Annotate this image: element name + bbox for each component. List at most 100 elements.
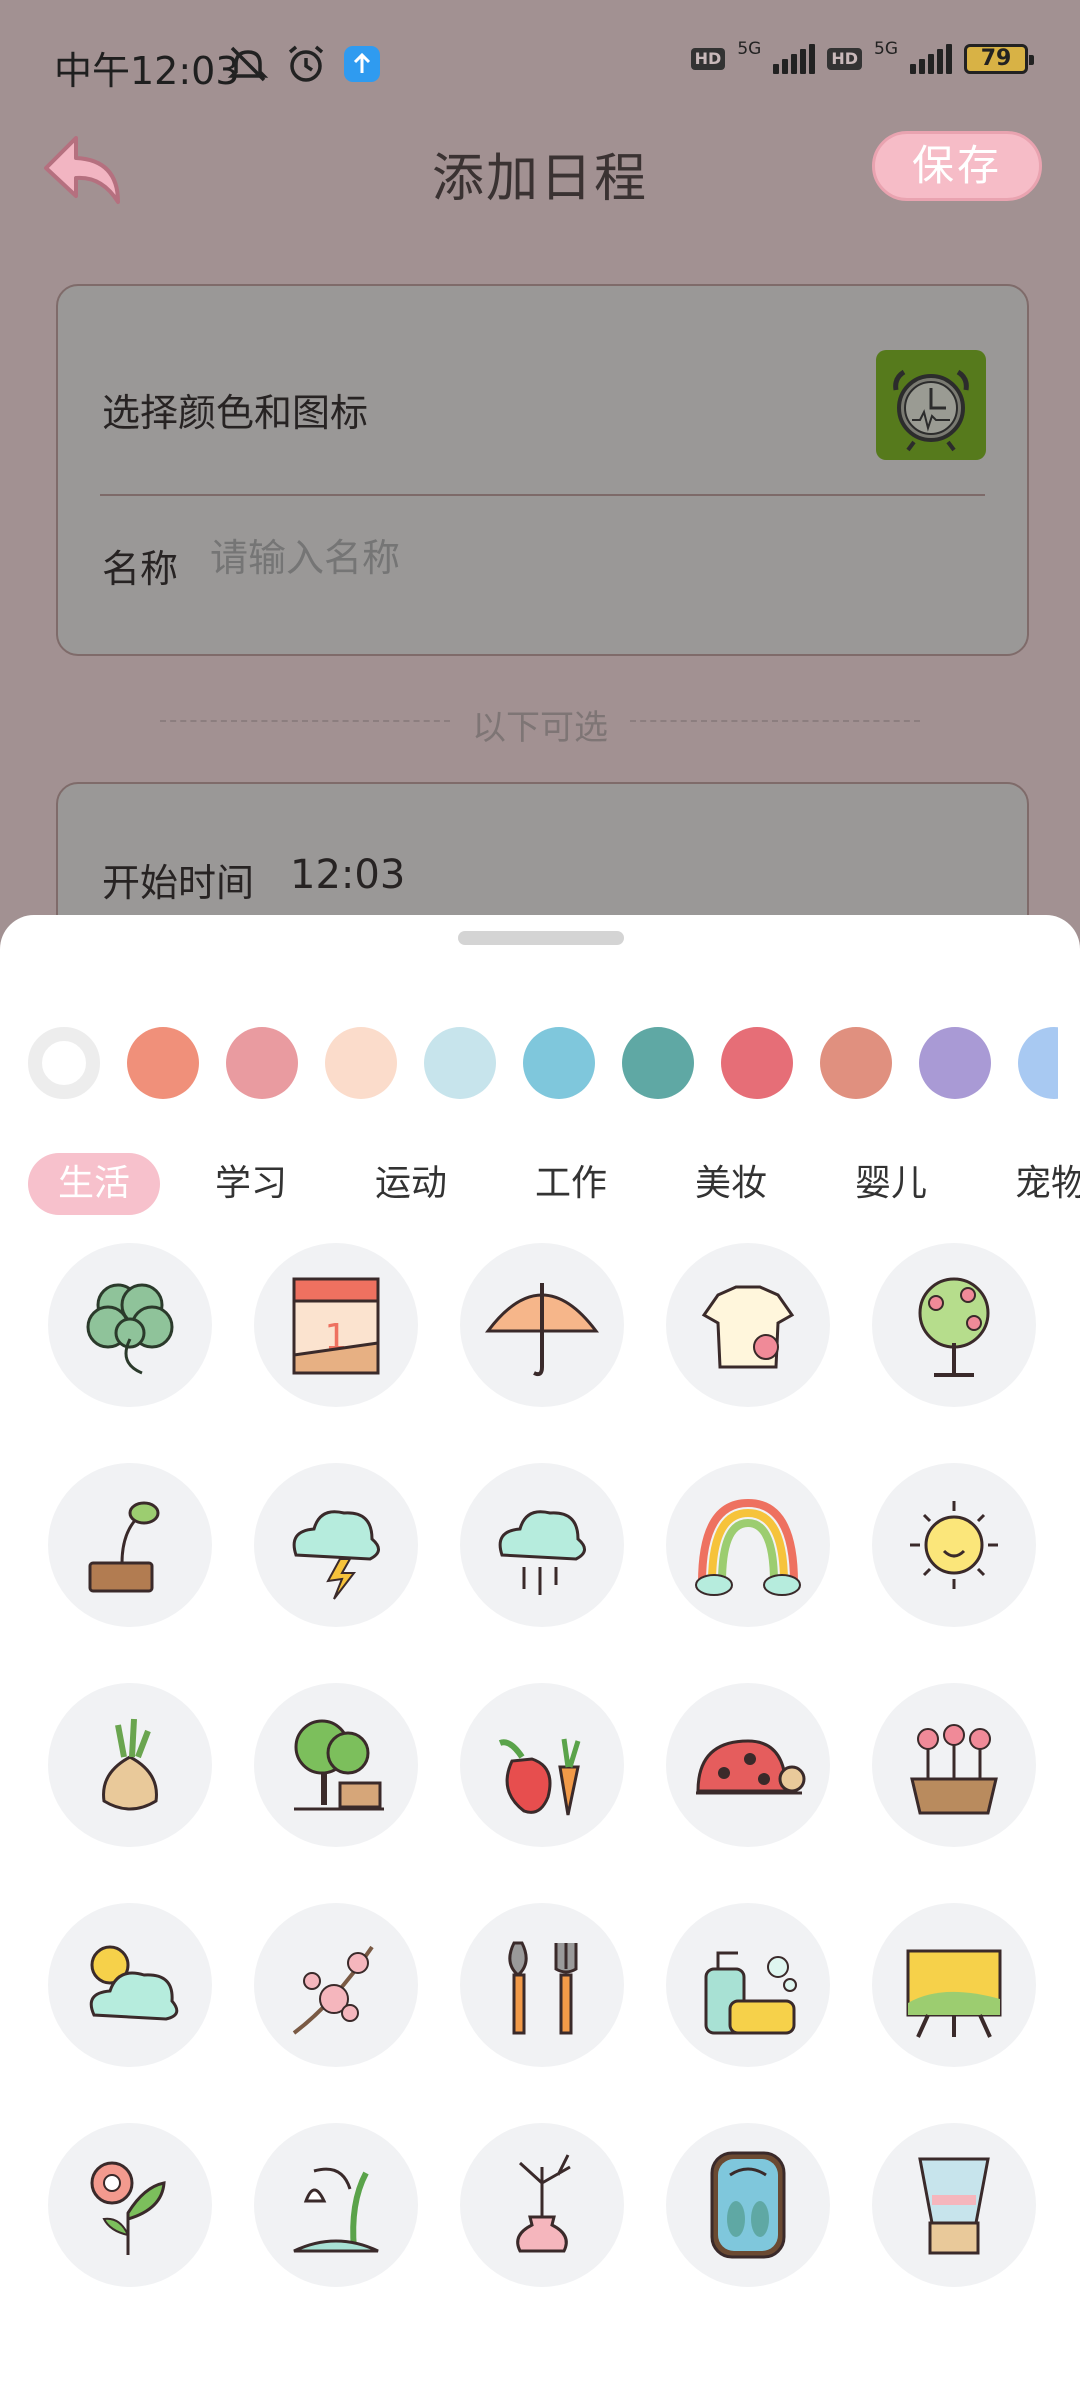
soap-icon xyxy=(704,1951,797,2035)
icon-cell[interactable] xyxy=(666,1903,830,2067)
color-swatch-blue[interactable] xyxy=(1018,1027,1058,1099)
color-swatch-coral[interactable] xyxy=(127,1027,199,1099)
color-swatch-pink[interactable] xyxy=(226,1027,298,1099)
save-button[interactable]: 保存 xyxy=(872,131,1042,201)
color-swatch-white[interactable] xyxy=(28,1027,100,1099)
hd-badge: HD xyxy=(690,48,726,70)
icon-cell[interactable] xyxy=(872,1463,1036,1627)
thunder-cloud-icon xyxy=(292,1510,380,1600)
battery-level: 79 xyxy=(980,46,1012,71)
icon-cell[interactable]: 1 xyxy=(254,1243,418,1407)
icon-cell[interactable] xyxy=(872,1243,1036,1407)
tab-baby[interactable]: 婴儿 xyxy=(836,1153,946,1215)
icon-cell[interactable] xyxy=(254,1683,418,1847)
start-time-value[interactable]: 12:03 xyxy=(290,852,405,898)
top-bar: 添加日程 保存 xyxy=(0,120,1080,220)
hd-badge-2: HD xyxy=(827,48,862,70)
mute-icon xyxy=(227,46,269,82)
color-swatch-light-blue[interactable] xyxy=(424,1027,496,1099)
status-icons xyxy=(226,42,382,86)
alarm-icon xyxy=(288,45,324,82)
color-swatch-red[interactable] xyxy=(721,1027,793,1099)
status-right: HD 5G HD 5G 79 xyxy=(690,38,1034,74)
color-icon-label: 选择颜色和图标 xyxy=(102,391,369,435)
icon-cell[interactable] xyxy=(48,2123,212,2287)
tree-icon xyxy=(918,1277,990,1377)
clover-icon xyxy=(86,1283,174,1375)
signal-icon xyxy=(773,44,816,74)
battery-icon: 79 xyxy=(964,44,1034,74)
icon-cell[interactable] xyxy=(460,1243,624,1407)
vegetables-icon xyxy=(498,1738,581,1816)
icon-cell[interactable] xyxy=(48,1463,212,1627)
tab-makeup[interactable]: 美妆 xyxy=(676,1153,786,1215)
umbrella-icon xyxy=(484,1283,600,1377)
icon-cell[interactable] xyxy=(254,1463,418,1627)
color-swatch-peach[interactable] xyxy=(325,1027,397,1099)
signal-icon-2 xyxy=(910,44,952,74)
color-swatches xyxy=(28,1027,1058,1101)
name-input[interactable] xyxy=(210,538,810,581)
name-label: 名称 xyxy=(102,547,179,591)
onion-icon xyxy=(102,1718,158,1811)
basic-info-card: 选择颜色和图标 名称 xyxy=(56,284,1029,656)
snail-icon xyxy=(696,1739,806,1795)
icon-cell[interactable] xyxy=(254,2123,418,2287)
icon-cell[interactable] xyxy=(872,2123,1036,2287)
scale-icon xyxy=(710,2151,786,2259)
start-time-label: 开始时间 xyxy=(102,861,255,905)
color-swatch-purple[interactable] xyxy=(919,1027,991,1099)
status-time: 中午12:03 xyxy=(54,49,240,93)
tab-pet[interactable]: 宠物 xyxy=(996,1153,1080,1215)
blossom-icon xyxy=(292,1945,374,2035)
tree-shovel-icon xyxy=(294,1719,384,1811)
tab-sport[interactable]: 运动 xyxy=(356,1153,466,1215)
icon-cell[interactable] xyxy=(460,1463,624,1627)
rain-cloud-icon xyxy=(498,1510,586,1595)
icon-cell[interactable] xyxy=(666,1463,830,1627)
sprout-icon xyxy=(88,1501,160,1593)
upload-icon xyxy=(344,46,380,82)
selected-icon-preview[interactable] xyxy=(876,350,986,460)
cloud-sun-icon xyxy=(89,1945,179,2021)
color-swatch-teal[interactable] xyxy=(622,1027,694,1099)
rainbow-icon xyxy=(695,1498,801,1596)
blender-icon xyxy=(918,2157,990,2255)
clock-icon xyxy=(893,369,969,452)
network-type: 5G xyxy=(737,38,762,59)
icon-cell[interactable] xyxy=(48,1243,212,1407)
icon-picker-sheet: 生活 学习 运动 工作 美妆 婴儿 宠物 1 xyxy=(0,915,1080,2400)
garden-tools-icon xyxy=(508,1941,578,2035)
tab-study[interactable]: 学习 xyxy=(196,1153,306,1215)
category-tabs: 生活 学习 运动 工作 美妆 婴儿 宠物 xyxy=(0,1153,1080,1217)
icon-cell[interactable] xyxy=(872,1683,1036,1847)
vase-icon xyxy=(516,2154,571,2253)
sheet-drag-handle[interactable] xyxy=(458,931,624,945)
icon-cell[interactable] xyxy=(48,1903,212,2067)
tab-work[interactable]: 工作 xyxy=(516,1153,626,1215)
status-bar: 中午12:03 HD 5G HD 5G 79 xyxy=(0,0,1080,120)
icon-cell[interactable] xyxy=(460,1903,624,2067)
divider xyxy=(100,494,985,496)
icon-cell[interactable] xyxy=(254,1903,418,2067)
optional-divider: 以下可选 xyxy=(160,700,920,748)
flower-icon xyxy=(90,2161,166,2255)
easel-icon xyxy=(906,1949,1002,2038)
icon-cell[interactable] xyxy=(666,1243,830,1407)
tab-life[interactable]: 生活 xyxy=(28,1153,160,1215)
optional-label: 以下可选 xyxy=(472,708,608,748)
icon-cell[interactable] xyxy=(48,1683,212,1847)
flower-pot-icon xyxy=(910,1724,998,1815)
color-swatch-sky[interactable] xyxy=(523,1027,595,1099)
snowdrop-icon xyxy=(293,2167,379,2253)
icon-cell[interactable] xyxy=(666,1683,830,1847)
icon-cell[interactable] xyxy=(460,2123,624,2287)
calendar-icon: 1 xyxy=(292,1277,380,1375)
optional-line-right xyxy=(630,720,920,722)
network-type-2: 5G xyxy=(874,38,898,59)
icon-cell[interactable] xyxy=(666,2123,830,2287)
color-swatch-salmon[interactable] xyxy=(820,1027,892,1099)
icon-cell[interactable] xyxy=(872,1903,1036,2067)
icon-cell[interactable] xyxy=(460,1683,624,1847)
shirt-icon xyxy=(701,1285,795,1369)
